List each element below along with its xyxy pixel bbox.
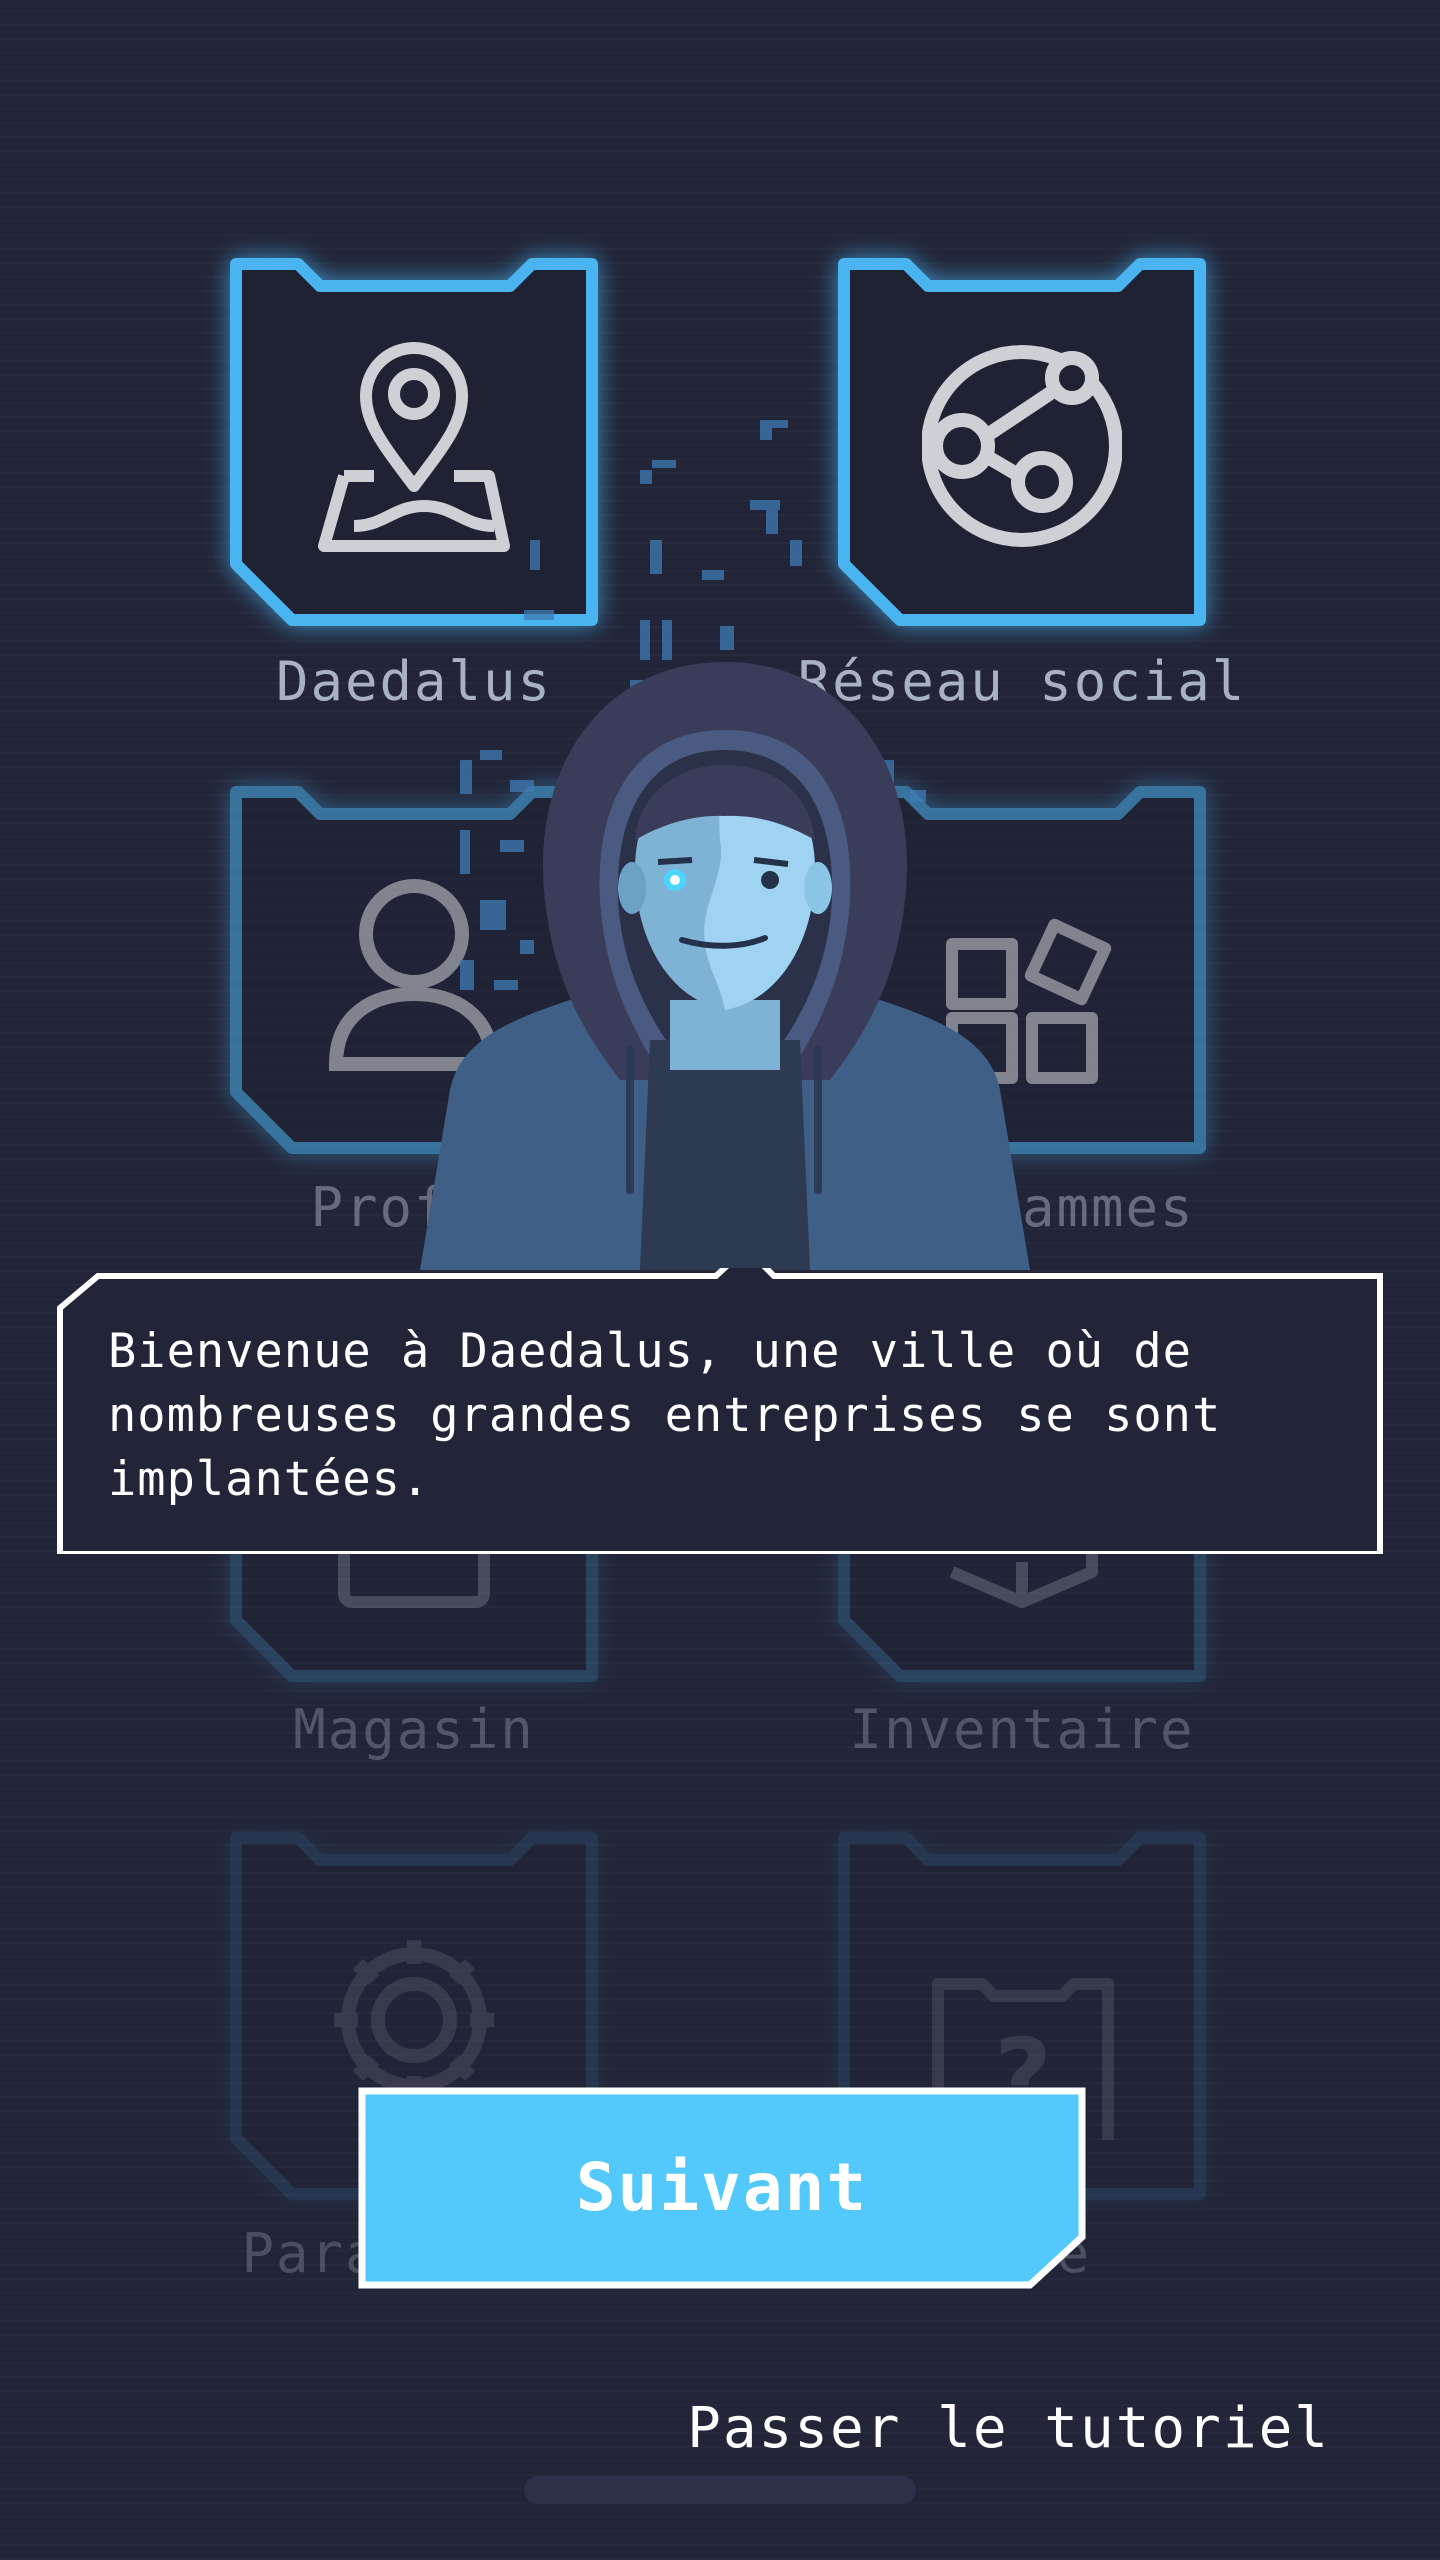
home-indicator[interactable] — [524, 2476, 916, 2504]
next-button-label: Suivant — [575, 2149, 869, 2226]
tutorial-message: Bienvenue à Daedalus, une ville où de no… — [108, 1324, 1222, 1507]
next-button[interactable]: Suivant — [358, 2087, 1086, 2289]
skip-tutorial-link[interactable]: Passer le tutoriel — [687, 2396, 1330, 2461]
tile-label-shop: Magasin — [293, 1698, 535, 1761]
tile-label-inventory: Inventaire — [849, 1698, 1195, 1761]
tutorial-dialog: Bienvenue à Daedalus, une ville où de no… — [56, 1268, 1384, 1554]
hacker-avatar — [420, 662, 1030, 1270]
